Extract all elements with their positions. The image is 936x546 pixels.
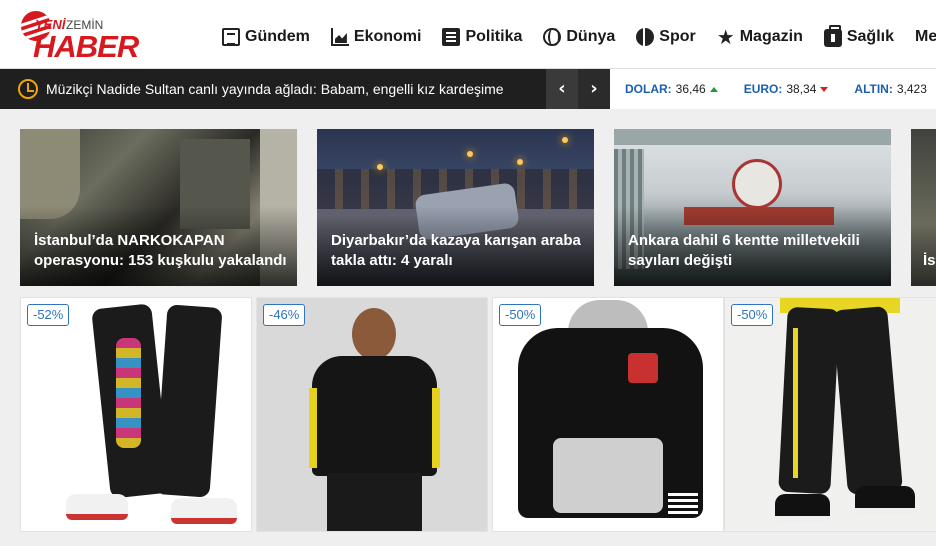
hoodie-pocket: [553, 438, 663, 513]
product-card[interactable]: -52%: [20, 297, 252, 532]
product-pants: [327, 473, 422, 531]
rate-label: EURO:: [743, 82, 783, 96]
nav-label: Dünya: [566, 28, 616, 45]
hoodie-graphic: [628, 353, 658, 383]
product-jacket: [312, 356, 437, 476]
news-ticker: Müzikçi Nadide Sultan canlı yayında ağla…: [0, 68, 936, 109]
nav-item-saglik[interactable]: Sağlık: [823, 24, 894, 50]
nav-label: Spor: [659, 28, 696, 45]
nav-label: Politika: [465, 28, 523, 45]
list-icon: [442, 28, 461, 46]
product-card[interactable]: -50%: [724, 297, 936, 532]
nav-label: Gündem: [245, 28, 310, 45]
discount-badge: -50%: [731, 304, 774, 326]
nav-item-ekonomi[interactable]: Ekonomi: [330, 24, 422, 50]
product-pants: [832, 305, 903, 496]
news-card[interactable]: İs ça...: [911, 129, 936, 286]
ticker-headline[interactable]: Müzikçi Nadide Sultan canlı yayında ağla…: [46, 81, 536, 97]
photo-light: [517, 159, 523, 165]
site-logo[interactable]: YENİ ZEMİN HABER: [21, 9, 139, 65]
nav-item-gundem[interactable]: Gündem: [222, 24, 310, 50]
nav-label: Ekonomi: [353, 28, 422, 45]
breaking-news-bar: Müzikçi Nadide Sultan canlı yayında ağla…: [0, 69, 546, 109]
photo-shape: [732, 159, 782, 209]
rate-euro: EURO: 38,34: [744, 82, 829, 96]
basketball-icon: [636, 28, 655, 46]
discount-badge: -46%: [263, 304, 306, 326]
nav-item-spor[interactable]: Spor: [636, 24, 696, 50]
cuff-stripe: [668, 493, 698, 515]
ticker-controls: ‹ ›: [546, 69, 610, 109]
news-title: Diyarbakır’da kazaya karışan araba takla…: [331, 232, 581, 269]
pants-stripe: [793, 328, 798, 478]
news-title: İs ça...: [923, 252, 936, 269]
news-title: İstanbul’da NARKOKAPAN operasyonu: 153 k…: [34, 232, 287, 269]
currency-rates: DOLAR: 36,46 EURO: 38,34 ALTIN: 3,423: [625, 82, 936, 96]
photo-shape: [614, 129, 891, 145]
nav-item-magazin[interactable]: ★ Magazin: [717, 24, 803, 50]
site-header: YENİ ZEMİN HABER Gündem Ekonomi Politika…: [0, 0, 936, 68]
rate-value: 38,34: [786, 82, 817, 96]
nav-item-more[interactable]: Me: [915, 24, 936, 50]
nav-item-politika[interactable]: Politika: [442, 24, 522, 50]
rate-value: 3,423: [896, 82, 927, 96]
rate-altin: ALTIN: 3,423: [854, 82, 930, 96]
globe-icon: [543, 28, 562, 46]
photo-light: [562, 137, 568, 143]
clock-icon: [18, 79, 38, 99]
product-pants: [778, 306, 840, 495]
trend-down-icon: [820, 86, 829, 92]
nav-label: Sağlık: [846, 28, 894, 45]
chevron-right-icon[interactable]: ›: [578, 69, 610, 109]
product-shoe: [855, 486, 915, 514]
discount-badge: -52%: [27, 304, 70, 326]
discount-badge: -50%: [499, 304, 542, 326]
product-shoe: [171, 498, 237, 524]
chart-area-icon: [330, 28, 349, 46]
rate-label: ALTIN:: [854, 82, 893, 96]
nav-label: Magazin: [739, 28, 803, 45]
medkit-icon: [823, 25, 842, 47]
nav-label: Me: [914, 28, 936, 45]
trend-up-icon: [709, 86, 718, 92]
newspaper-icon: [222, 28, 240, 46]
main-nav: Gündem Ekonomi Politika Dünya Spor ★ Maga…: [222, 24, 936, 50]
product-shoe: [66, 494, 128, 520]
product-card[interactable]: -50%: [492, 297, 724, 532]
jacket-stripe: [309, 388, 317, 468]
logo-haber: HABER: [33, 29, 139, 64]
jacket-stripe: [432, 388, 440, 468]
news-card[interactable]: Ankara dahil 6 kentte milletvekili sayıl…: [614, 129, 891, 286]
graphic-print: [116, 338, 141, 448]
news-card[interactable]: Diyarbakır’da kazaya karışan araba takla…: [317, 129, 594, 286]
product-card[interactable]: -46%: [256, 297, 488, 532]
photo-light: [377, 164, 383, 170]
rate-dolar: DOLAR: 36,46: [625, 82, 718, 96]
star-icon: ★: [716, 25, 735, 49]
photo-light: [467, 151, 473, 157]
model-head: [352, 308, 396, 360]
rate-label: DOLAR:: [625, 82, 672, 96]
news-card[interactable]: İstanbul’da NARKOKAPAN operasyonu: 153 k…: [20, 129, 297, 286]
rate-value: 36,46: [675, 82, 706, 96]
chevron-left-icon[interactable]: ‹: [546, 69, 578, 109]
news-title: Ankara dahil 6 kentte milletvekili sayıl…: [628, 232, 860, 269]
product-pants: [154, 304, 223, 498]
nav-item-dunya[interactable]: Dünya: [543, 24, 615, 50]
product-shoe: [775, 494, 830, 522]
